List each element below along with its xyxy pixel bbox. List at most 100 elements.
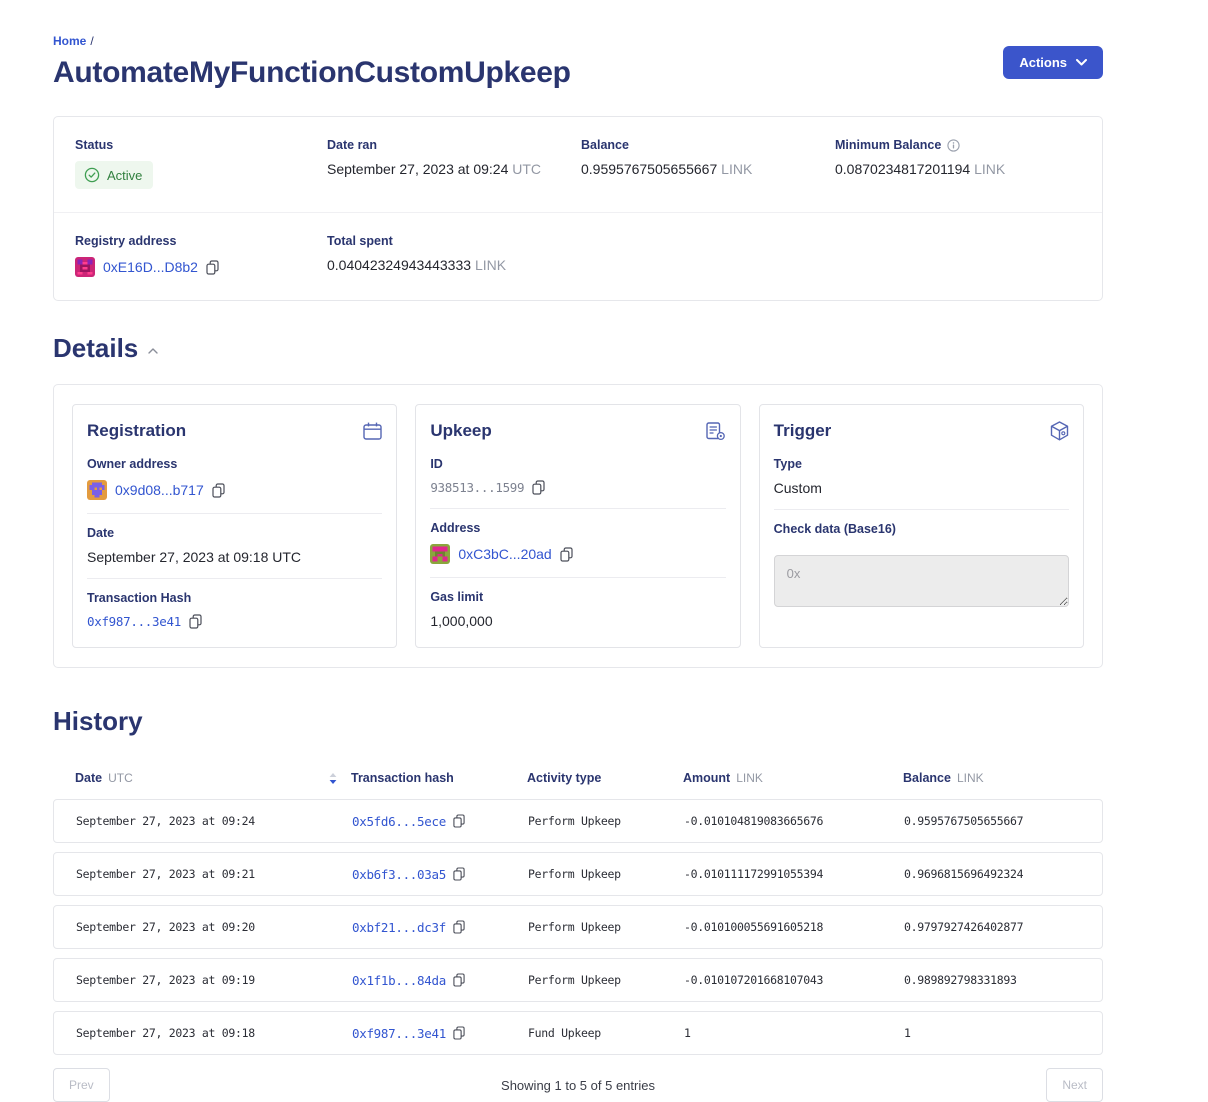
- col-tx-label: Transaction hash: [351, 771, 454, 785]
- table-row: September 27, 2023 at 09:24 0x5fd6...5ec…: [53, 799, 1103, 843]
- owner-address-link[interactable]: 0x9d08...b717: [115, 482, 204, 498]
- chevron-up-icon[interactable]: [148, 348, 158, 354]
- row-amount: 1: [684, 1026, 904, 1040]
- gas-limit-value: 1,000,000: [430, 613, 725, 629]
- col-date-timezone: UTC: [108, 771, 133, 785]
- owner-identicon: [87, 480, 107, 500]
- date-ran-field: Date ran September 27, 2023 at 09:24 UTC: [327, 138, 581, 189]
- balance-unit: LINK: [721, 161, 752, 177]
- copy-icon[interactable]: [189, 614, 202, 629]
- sort-icon[interactable]: [329, 773, 337, 784]
- pagination: Prev Showing 1 to 5 of 5 entries Next: [53, 1068, 1103, 1102]
- breadcrumb: Home /: [53, 34, 571, 48]
- date-ran-value: September 27, 2023 at 09:24: [327, 161, 508, 177]
- row-activity: Perform Upkeep: [528, 973, 684, 987]
- summary-card: Status Active Date ran September 27, 202…: [53, 116, 1103, 301]
- upkeep-id-value: 938513...1599: [430, 480, 524, 495]
- balance-field: Balance 0.9595767505655667 LINK: [581, 138, 835, 189]
- row-balance: 0.9797927426402877: [904, 920, 1102, 934]
- row-tx-link[interactable]: 0xb6f3...03a5: [352, 867, 446, 882]
- row-date: September 27, 2023 at 09:21: [76, 867, 352, 881]
- row-balance: 0.9696815696492324: [904, 867, 1102, 881]
- row-activity: Perform Upkeep: [528, 920, 684, 934]
- min-balance-label: Minimum Balance: [835, 138, 941, 152]
- divider: [774, 509, 1069, 510]
- row-activity: Perform Upkeep: [528, 867, 684, 881]
- upkeep-id-label: ID: [430, 457, 725, 471]
- row-balance: 0.9595767505655667: [904, 814, 1102, 828]
- min-balance-value: 0.0870234817201194: [835, 161, 970, 177]
- details-panel: Registration Owner address 0x9d08...b717…: [53, 384, 1103, 668]
- copy-icon[interactable]: [212, 483, 225, 498]
- col-activity-label: Activity type: [527, 771, 601, 785]
- copy-icon[interactable]: [532, 480, 545, 495]
- page-header: Home / AutomateMyFunctionCustomUpkeep Act…: [53, 34, 1103, 90]
- registration-date-label: Date: [87, 526, 382, 540]
- total-spent-label: Total spent: [327, 234, 581, 248]
- copy-icon[interactable]: [560, 547, 573, 562]
- row-date: September 27, 2023 at 09:19: [76, 973, 352, 987]
- calendar-icon: [363, 422, 382, 440]
- tx-hash-link[interactable]: 0xf987...3e41: [87, 614, 181, 629]
- row-amount: -0.010107201668107043: [684, 973, 904, 987]
- col-amount-unit: LINK: [736, 771, 763, 785]
- row-tx-link[interactable]: 0xf987...3e41: [352, 1026, 446, 1041]
- registry-address-link[interactable]: 0xE16D...D8b2: [103, 259, 198, 275]
- copy-icon[interactable]: [453, 867, 465, 881]
- col-balance-unit: LINK: [957, 771, 984, 785]
- table-row: September 27, 2023 at 09:20 0xbf21...dc3…: [53, 905, 1103, 949]
- date-ran-label: Date ran: [327, 138, 581, 152]
- row-activity: Perform Upkeep: [528, 814, 684, 828]
- registration-card: Registration Owner address 0x9d08...b717…: [72, 404, 397, 648]
- row-activity: Fund Upkeep: [528, 1026, 684, 1040]
- pagination-summary: Showing 1 to 5 of 5 entries: [110, 1078, 1047, 1093]
- row-amount: -0.010111172991055394: [684, 867, 904, 881]
- next-button[interactable]: Next: [1046, 1068, 1103, 1102]
- min-balance-field: Minimum Balance 0.0870234817201194 LINK: [835, 138, 1081, 189]
- col-date-label: Date: [75, 771, 102, 785]
- details-heading: Details: [53, 333, 138, 364]
- prev-button[interactable]: Prev: [53, 1068, 110, 1102]
- upkeep-title: Upkeep: [430, 421, 491, 441]
- copy-icon[interactable]: [453, 920, 465, 934]
- row-balance: 1: [904, 1026, 1102, 1040]
- copy-icon[interactable]: [453, 1026, 465, 1040]
- total-spent-field: Total spent 0.04042324943443333 LINK: [327, 234, 581, 277]
- upkeep-identicon: [430, 544, 450, 564]
- row-tx-link[interactable]: 0x5fd6...5ece: [352, 814, 446, 829]
- breadcrumb-home-link[interactable]: Home: [53, 34, 86, 48]
- registry-label: Registry address: [75, 234, 327, 248]
- row-tx-link[interactable]: 0xbf21...dc3f: [352, 920, 446, 935]
- page-container: Home / AutomateMyFunctionCustomUpkeep Act…: [53, 0, 1103, 1102]
- info-icon[interactable]: [947, 139, 960, 152]
- upkeep-address-link[interactable]: 0xC3bC...20ad: [458, 546, 551, 562]
- row-date: September 27, 2023 at 09:18: [76, 1026, 352, 1040]
- check-data-input[interactable]: [774, 555, 1069, 607]
- row-balance: 0.989892798331893: [904, 973, 1102, 987]
- divider: [87, 578, 382, 579]
- trigger-card: Trigger Type Custom Check data (Base16): [759, 404, 1084, 648]
- registry-field: Registry address 0xE16D...D8b2: [75, 234, 327, 277]
- trigger-type-value: Custom: [774, 480, 1069, 496]
- status-label: Status: [75, 138, 327, 152]
- divider: [87, 513, 382, 514]
- divider: [430, 577, 725, 578]
- chevron-down-icon: [1076, 59, 1087, 66]
- actions-button[interactable]: Actions: [1003, 46, 1103, 79]
- row-tx-link[interactable]: 0x1f1b...84da: [352, 973, 446, 988]
- tx-hash-label: Transaction Hash: [87, 591, 382, 605]
- copy-icon[interactable]: [453, 814, 465, 828]
- actions-button-label: Actions: [1019, 55, 1067, 70]
- registration-date-value: September 27, 2023 at 09:18 UTC: [87, 549, 382, 565]
- row-amount: -0.010100055691605218: [684, 920, 904, 934]
- status-badge: Active: [75, 161, 153, 189]
- status-badge-text: Active: [107, 168, 142, 183]
- row-amount: -0.010104819083665676: [684, 814, 904, 828]
- breadcrumb-separator: /: [90, 34, 93, 48]
- copy-icon[interactable]: [206, 260, 219, 275]
- total-spent-value: 0.04042324943443333: [327, 257, 471, 273]
- page-title: AutomateMyFunctionCustomUpkeep: [53, 56, 571, 90]
- copy-icon[interactable]: [453, 973, 465, 987]
- gas-limit-label: Gas limit: [430, 590, 725, 604]
- check-data-label: Check data (Base16): [774, 522, 1069, 536]
